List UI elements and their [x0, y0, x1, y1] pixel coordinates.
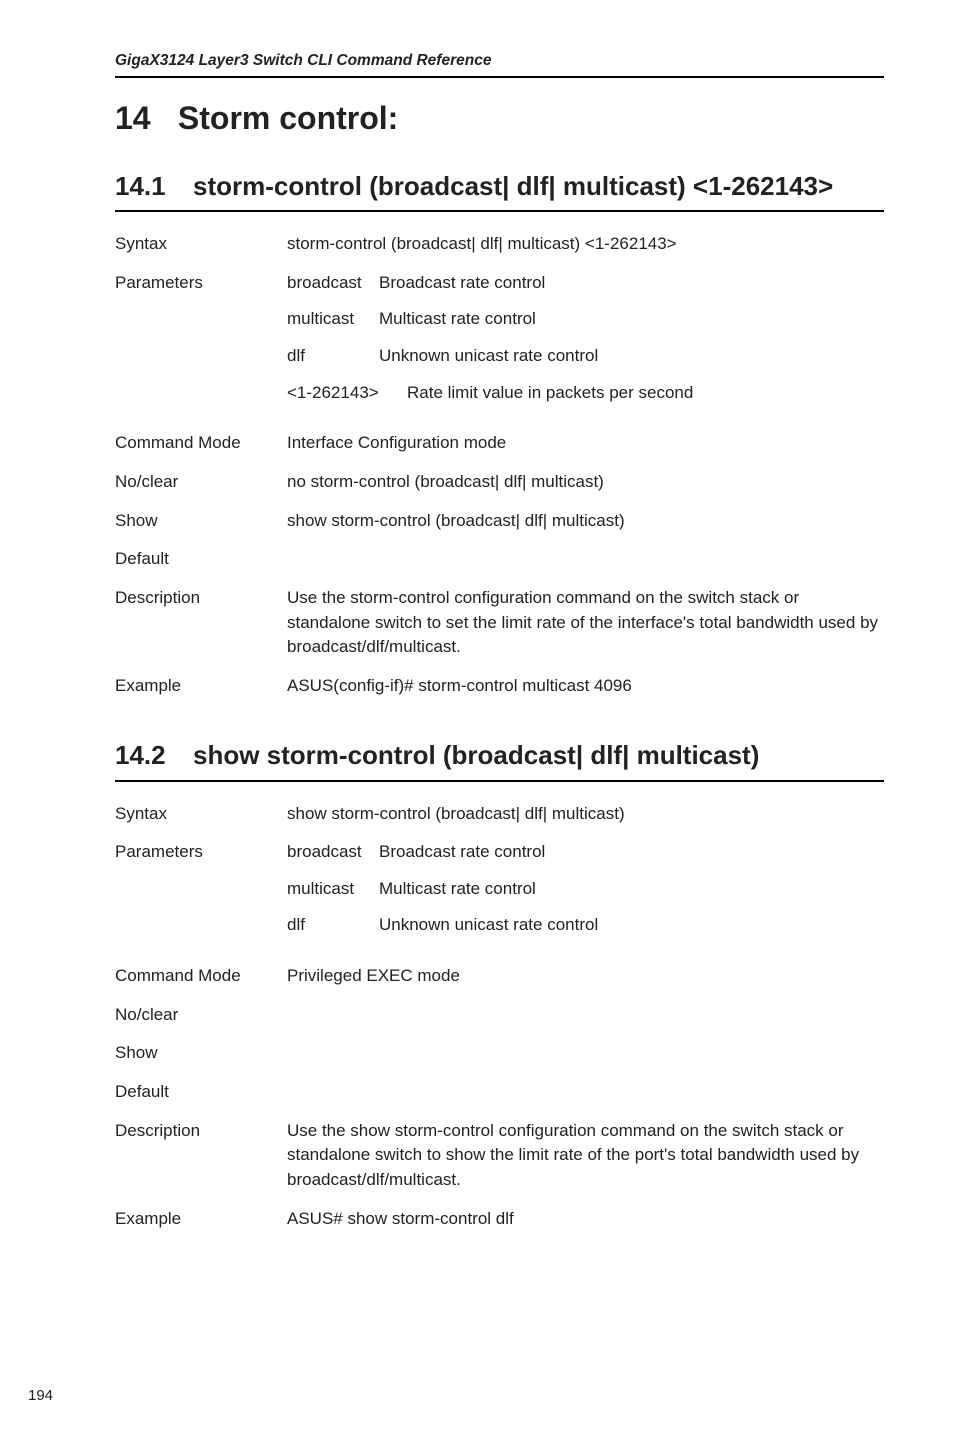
- chapter-title: 14 Storm control:: [115, 100, 884, 137]
- parameters-label: Parameters: [115, 840, 287, 950]
- default-label: Default: [115, 547, 287, 572]
- description-value: Use the storm-control configuration comm…: [287, 586, 884, 660]
- description-row: Description Use the show storm-control c…: [115, 1119, 884, 1193]
- parameters-value: broadcast Broadcast rate control multica…: [287, 840, 884, 950]
- show-label: Show: [115, 1041, 287, 1066]
- param-dlf-val: Unknown unicast rate control: [379, 913, 598, 938]
- document-header: GigaX3124 Layer3 Switch CLI Command Refe…: [115, 52, 884, 78]
- param-dlf-key: dlf: [287, 344, 379, 369]
- param-dlf-key: dlf: [287, 913, 379, 938]
- default-label: Default: [115, 1080, 287, 1105]
- command-mode-row: Command Mode Interface Configuration mod…: [115, 431, 884, 456]
- default-row: Default: [115, 547, 884, 572]
- parameters-row: Parameters broadcast Broadcast rate cont…: [115, 271, 884, 418]
- show-value: [287, 1041, 884, 1066]
- parameters-row: Parameters broadcast Broadcast rate cont…: [115, 840, 884, 950]
- default-value: [287, 1080, 884, 1105]
- command-mode-label: Command Mode: [115, 964, 287, 989]
- noclear-label: No/clear: [115, 470, 287, 495]
- show-row: Show show storm-control (broadcast| dlf|…: [115, 509, 884, 534]
- section-text: show storm-control (broadcast| dlf| mult…: [193, 738, 759, 773]
- show-value: show storm-control (broadcast| dlf| mult…: [287, 509, 884, 534]
- show-label: Show: [115, 509, 287, 534]
- syntax-label: Syntax: [115, 232, 287, 257]
- description-label: Description: [115, 1119, 287, 1193]
- default-row: Default: [115, 1080, 884, 1105]
- param-broadcast-key: broadcast: [287, 271, 379, 296]
- section-14-1-title: 14.1 storm-control (broadcast| dlf| mult…: [115, 169, 884, 212]
- param-multicast-val: Multicast rate control: [379, 877, 536, 902]
- param-broadcast-val: Broadcast rate control: [379, 840, 545, 865]
- noclear-row: No/clear no storm-control (broadcast| dl…: [115, 470, 884, 495]
- description-value: Use the show storm-control configuration…: [287, 1119, 884, 1193]
- parameters-value: broadcast Broadcast rate control multica…: [287, 271, 884, 418]
- default-value: [287, 547, 884, 572]
- example-row: Example ASUS(config-if)# storm-control m…: [115, 674, 884, 699]
- param-multicast-key: multicast: [287, 307, 379, 332]
- syntax-value: storm-control (broadcast| dlf| multicast…: [287, 232, 884, 257]
- param-range-val: Rate limit value in packets per second: [407, 381, 693, 406]
- syntax-value: show storm-control (broadcast| dlf| mult…: [287, 802, 884, 827]
- noclear-label: No/clear: [115, 1003, 287, 1028]
- chapter-text: Storm control:: [178, 100, 398, 136]
- show-row: Show: [115, 1041, 884, 1066]
- noclear-row: No/clear: [115, 1003, 884, 1028]
- param-multicast-key: multicast: [287, 877, 379, 902]
- section-number: 14.1: [115, 169, 193, 204]
- param-broadcast-val: Broadcast rate control: [379, 271, 545, 296]
- noclear-value: no storm-control (broadcast| dlf| multic…: [287, 470, 884, 495]
- description-row: Description Use the storm-control config…: [115, 586, 884, 660]
- syntax-label: Syntax: [115, 802, 287, 827]
- section-14-2-title: 14.2 show storm-control (broadcast| dlf|…: [115, 738, 884, 781]
- section-text: storm-control (broadcast| dlf| multicast…: [193, 169, 833, 204]
- noclear-value: [287, 1003, 884, 1028]
- syntax-row: Syntax storm-control (broadcast| dlf| mu…: [115, 232, 884, 257]
- command-mode-value: Privileged EXEC mode: [287, 964, 884, 989]
- page-number: 194: [28, 1387, 53, 1404]
- syntax-row: Syntax show storm-control (broadcast| dl…: [115, 802, 884, 827]
- param-dlf-val: Unknown unicast rate control: [379, 344, 598, 369]
- example-label: Example: [115, 1207, 287, 1232]
- param-range-key: <1-262143>: [287, 381, 407, 406]
- example-row: Example ASUS# show storm-control dlf: [115, 1207, 884, 1232]
- example-label: Example: [115, 674, 287, 699]
- parameters-label: Parameters: [115, 271, 287, 418]
- command-mode-label: Command Mode: [115, 431, 287, 456]
- description-label: Description: [115, 586, 287, 660]
- command-mode-value: Interface Configuration mode: [287, 431, 884, 456]
- chapter-number: 14: [115, 100, 169, 137]
- example-value: ASUS# show storm-control dlf: [287, 1207, 884, 1232]
- param-broadcast-key: broadcast: [287, 840, 379, 865]
- section-number: 14.2: [115, 738, 193, 773]
- command-mode-row: Command Mode Privileged EXEC mode: [115, 964, 884, 989]
- example-value: ASUS(config-if)# storm-control multicast…: [287, 674, 884, 699]
- param-multicast-val: Multicast rate control: [379, 307, 536, 332]
